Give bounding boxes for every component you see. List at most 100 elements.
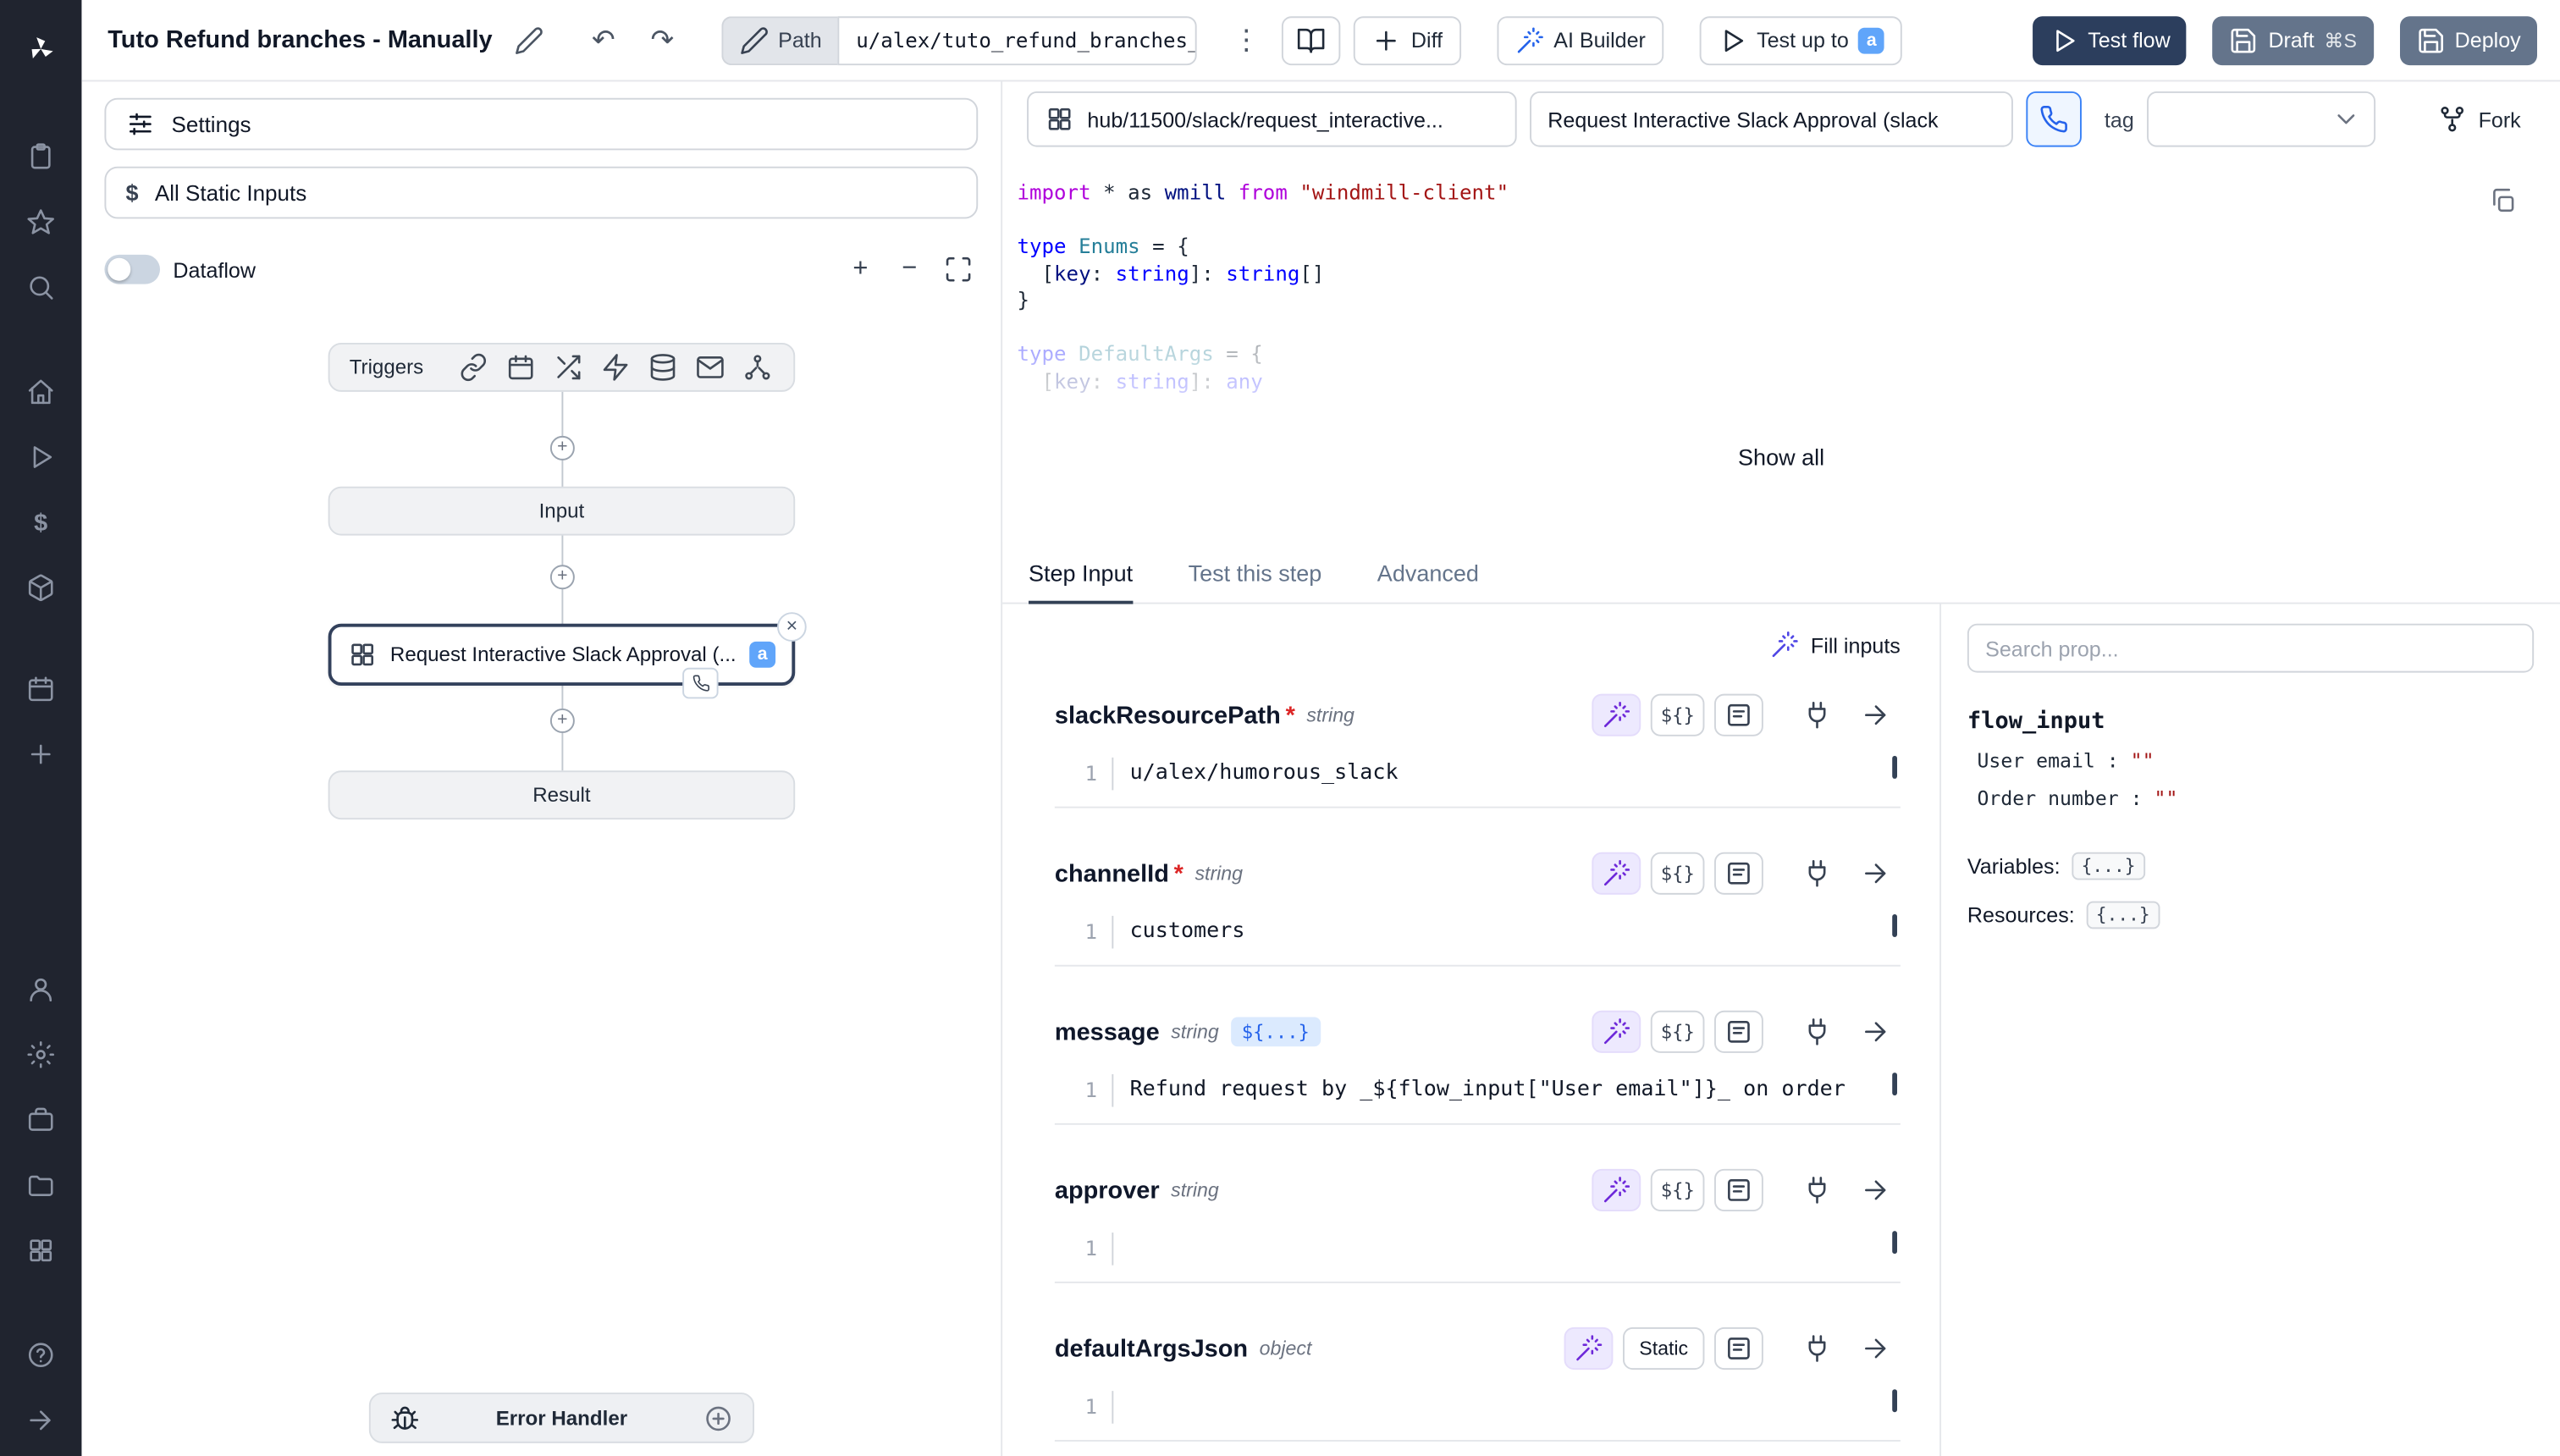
fork-button[interactable]: Fork (2421, 93, 2537, 146)
resources-row[interactable]: Resources:{...} (1967, 902, 2534, 929)
flow-input-label[interactable]: flow_input (1967, 709, 2534, 735)
diff-button[interactable]: Diff (1354, 15, 1460, 64)
input-node[interactable]: Input (328, 487, 796, 536)
remove-step-button[interactable]: × (777, 612, 807, 642)
variables-dollar-icon[interactable]: $ (11, 493, 69, 551)
insert-arrow-button[interactable] (1851, 852, 1901, 895)
postgres-icon[interactable] (648, 353, 678, 383)
ai-builder-button[interactable]: AI Builder (1497, 15, 1663, 64)
search-icon[interactable] (11, 258, 69, 317)
show-all-button[interactable]: Show all (1738, 444, 1824, 471)
insert-arrow-button[interactable] (1851, 1327, 1901, 1370)
result-node[interactable]: Result (328, 770, 796, 819)
slackResourcePath-editor[interactable]: 1 u/alex/humorous_slack (1055, 753, 1901, 808)
folders-icon[interactable] (11, 1155, 69, 1214)
resources-cube-icon[interactable] (11, 559, 69, 617)
ai-wand-button[interactable] (1592, 694, 1641, 736)
add-step-button[interactable]: + (550, 565, 575, 589)
expand-editor-button[interactable] (1714, 1169, 1763, 1211)
tab-test-this-step[interactable]: Test this step (1189, 542, 1322, 602)
connect-input-button[interactable] (1793, 1327, 1842, 1370)
tab-step-input[interactable]: Step Input (1029, 542, 1133, 602)
fit-view-button[interactable] (939, 250, 978, 289)
hub-path-chip[interactable]: hub/11500/slack/request_interactive... (1027, 91, 1517, 147)
expand-editor-button[interactable] (1714, 1327, 1763, 1370)
variables-chip[interactable]: {...} (2072, 852, 2145, 880)
windmill-logo[interactable] (11, 19, 69, 78)
expand-editor-button[interactable] (1714, 694, 1763, 736)
add-step-button[interactable]: + (550, 709, 575, 733)
path-input[interactable]: u/alex/tuto_refund_branches_ (838, 15, 1197, 64)
prop-user-email[interactable]: User email : "" (1967, 749, 2534, 772)
copy-code-icon[interactable] (2488, 186, 2518, 223)
ai-wand-button[interactable] (1592, 1011, 1641, 1053)
zoom-out-button[interactable]: − (890, 250, 929, 289)
apps-grid-icon[interactable] (11, 1222, 69, 1280)
kafka-icon[interactable] (743, 353, 773, 383)
approver-editor[interactable]: 1 (1055, 1227, 1901, 1283)
home-icon[interactable] (11, 362, 69, 421)
runs-icon[interactable] (11, 127, 69, 185)
favorites-star-icon[interactable] (11, 193, 69, 251)
ai-wand-button[interactable] (1592, 1169, 1641, 1211)
add-step-button[interactable]: + (550, 436, 575, 461)
expression-button[interactable]: ${} (1651, 1011, 1704, 1053)
email-icon[interactable] (696, 353, 726, 383)
expand-editor-button[interactable] (1714, 852, 1763, 895)
dataflow-toggle[interactable] (104, 255, 160, 284)
suspend-approval-button[interactable] (2026, 91, 2082, 147)
tab-advanced[interactable]: Advanced (1377, 542, 1479, 602)
deploy-button[interactable]: Deploy (2399, 15, 2537, 64)
ai-wand-button[interactable] (1564, 1327, 1614, 1370)
test-flow-button[interactable]: Test flow (2033, 15, 2187, 64)
fill-inputs-button[interactable]: Fill inputs (1770, 624, 1901, 666)
variables-row[interactable]: Variables:{...} (1967, 852, 2534, 880)
more-options-kebab-icon[interactable]: ⋮ (1223, 17, 1269, 63)
http-route-icon[interactable] (554, 353, 584, 383)
insert-arrow-button[interactable] (1851, 694, 1901, 736)
suspend-phone-icon[interactable] (682, 668, 718, 699)
add-error-handler-icon[interactable] (703, 1404, 733, 1433)
channelId-editor[interactable]: 1 customers (1055, 911, 1901, 967)
webhook-icon[interactable] (460, 353, 489, 383)
slack-approval-step-node[interactable]: Request Interactive Slack Approval (... … (328, 624, 796, 686)
step-summary-input[interactable]: Request Interactive Slack Approval (slac… (1530, 91, 2013, 147)
all-static-inputs-button[interactable]: $ All Static Inputs (104, 167, 978, 219)
path-edit-button[interactable]: Path (721, 15, 838, 64)
help-icon[interactable] (11, 1326, 69, 1384)
gear-icon[interactable] (11, 1025, 69, 1084)
websocket-icon[interactable] (601, 353, 631, 383)
zoom-in-button[interactable]: + (841, 250, 880, 289)
connect-input-button[interactable] (1793, 1169, 1842, 1211)
workers-briefcase-icon[interactable] (11, 1090, 69, 1149)
create-plus-icon[interactable] (11, 725, 69, 783)
resources-chip[interactable]: {...} (2086, 902, 2160, 929)
collapse-sidebar-icon[interactable] (11, 1391, 69, 1449)
connect-input-button[interactable] (1793, 1011, 1842, 1053)
schedule-icon[interactable] (507, 353, 537, 383)
undo-button[interactable]: ↶ (581, 17, 626, 63)
expression-button[interactable]: ${} (1651, 694, 1704, 736)
error-handler-node[interactable]: Error Handler (369, 1393, 754, 1443)
triggers-node[interactable]: Triggers (328, 343, 796, 392)
test-up-to-button[interactable]: Test up toa (1700, 15, 1903, 64)
settings-button[interactable]: Settings (104, 98, 978, 151)
insert-arrow-button[interactable] (1851, 1169, 1901, 1211)
static-toggle-button[interactable]: Static (1623, 1327, 1704, 1370)
prop-order-number[interactable]: Order number : "" (1967, 787, 2534, 810)
insert-arrow-button[interactable] (1851, 1011, 1901, 1053)
connect-input-button[interactable] (1793, 852, 1842, 895)
ai-wand-button[interactable] (1592, 852, 1641, 895)
expression-button[interactable]: ${} (1651, 1169, 1704, 1211)
defaultArgsJson-editor[interactable]: 1 (1055, 1386, 1901, 1442)
redo-button[interactable]: ↷ (639, 17, 685, 63)
code-preview[interactable]: import * as wmill from "windmill-client"… (1002, 157, 2560, 542)
draft-button[interactable]: Draft⌘S (2213, 15, 2373, 64)
connect-input-button[interactable] (1793, 694, 1842, 736)
message-editor[interactable]: 1 Refund request by _${flow_input["User … (1055, 1069, 1901, 1125)
expand-editor-button[interactable] (1714, 1011, 1763, 1053)
expression-button[interactable]: ${} (1651, 852, 1704, 895)
tag-select[interactable] (2147, 91, 2375, 147)
runs-play-icon[interactable] (11, 427, 69, 486)
search-prop-input[interactable] (1967, 624, 2534, 673)
